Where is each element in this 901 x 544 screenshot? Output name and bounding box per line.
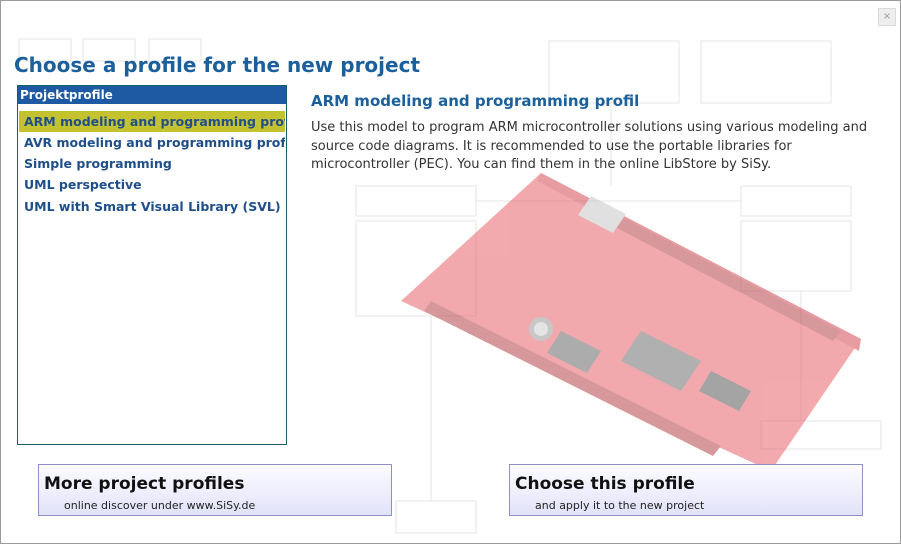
more-profiles-subtitle: online discover under www.SiSy.de bbox=[64, 499, 256, 512]
profile-list: Projektprofile ARM modeling and programm… bbox=[17, 85, 287, 445]
more-profiles-button[interactable]: More project profiles online discover un… bbox=[38, 464, 392, 516]
profile-detail-title: ARM modeling and programming profil bbox=[311, 92, 640, 110]
profile-item-simple-programming[interactable]: Simple programming bbox=[19, 153, 285, 174]
close-icon: × bbox=[882, 11, 892, 22]
profile-description: Use this model to program ARM microcontr… bbox=[311, 120, 868, 172]
profile-list-header: Projektprofile bbox=[18, 86, 286, 104]
close-button[interactable]: × bbox=[878, 8, 896, 26]
page-title: Choose a profile for the new project bbox=[14, 53, 421, 77]
choose-profile-title: Choose this profile bbox=[515, 474, 695, 494]
choose-profile-button[interactable]: Choose this profile and apply it to the … bbox=[509, 464, 863, 516]
profile-dialog: × Choose a profile for the new project P… bbox=[0, 0, 901, 544]
choose-profile-subtitle: and apply it to the new project bbox=[535, 499, 705, 512]
profile-item-uml-perspective[interactable]: UML perspective bbox=[19, 174, 285, 195]
more-profiles-title: More project profiles bbox=[44, 474, 245, 494]
profile-item-arm[interactable]: ARM modeling and programming profil bbox=[19, 111, 285, 132]
profile-item-avr[interactable]: AVR modeling and programming profil bbox=[19, 132, 285, 153]
profile-item-uml-svl[interactable]: UML with Smart Visual Library (SVL) bbox=[19, 196, 285, 217]
